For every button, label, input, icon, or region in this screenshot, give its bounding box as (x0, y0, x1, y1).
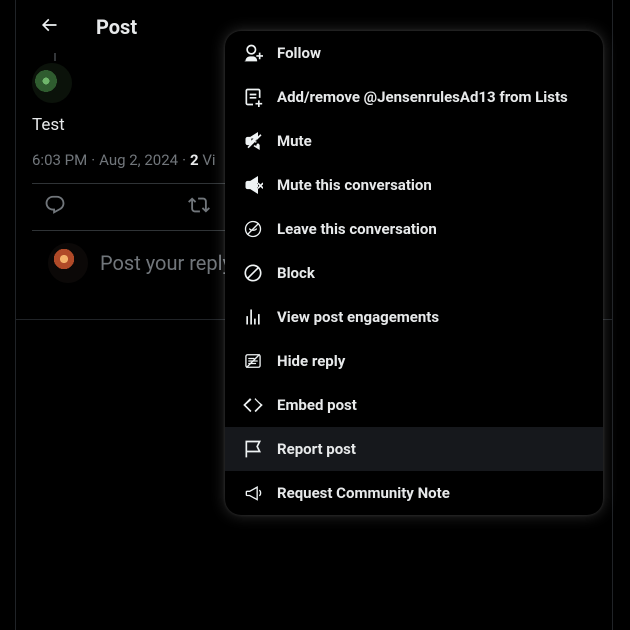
repost-icon (188, 194, 210, 220)
block-icon (243, 263, 263, 283)
post-date[interactable]: Aug 2, 2024 (99, 151, 178, 169)
menu-item-follow[interactable]: Follow (225, 31, 603, 75)
list-icon (243, 87, 263, 107)
my-avatar[interactable] (48, 243, 88, 283)
reply-placeholder: Post your reply (100, 251, 232, 275)
menu-item-hide-reply[interactable]: Hide reply (225, 339, 603, 383)
leave-conv-icon (243, 219, 263, 239)
menu-item-mute[interactable]: Mute (225, 119, 603, 163)
arrow-left-icon (39, 15, 59, 39)
menu-item-engagements[interactable]: View post engagements (225, 295, 603, 339)
hide-reply-icon (243, 351, 263, 371)
menu-item-label: Follow (277, 44, 321, 62)
post-time[interactable]: 6:03 PM (32, 151, 87, 169)
menu-item-label: Request Community Note (277, 484, 450, 502)
reply-icon (44, 194, 66, 220)
menu-item-label: Mute this conversation (277, 176, 432, 194)
menu-item-embed[interactable]: Embed post (225, 383, 603, 427)
views-count[interactable]: 2 (190, 151, 199, 169)
menu-item-label: Add/remove @JensenrulesAd13 from Lists (277, 88, 568, 106)
menu-item-label: Mute (277, 132, 312, 150)
analytics-icon (243, 307, 263, 327)
menu-item-mute-conversation[interactable]: Mute this conversation (225, 163, 603, 207)
thread-line (54, 53, 56, 61)
mute-icon (243, 131, 263, 151)
megaphone-icon (243, 483, 263, 503)
views-label: Vi (202, 151, 215, 169)
menu-item-community-note[interactable]: Request Community Note (225, 471, 603, 515)
menu-item-label: View post engagements (277, 308, 439, 326)
embed-icon (243, 395, 263, 415)
menu-item-report[interactable]: Report post (225, 427, 603, 471)
menu-item-lists[interactable]: Add/remove @JensenrulesAd13 from Lists (225, 75, 603, 119)
menu-item-label: Embed post (277, 396, 357, 414)
author-avatar[interactable] (32, 63, 72, 103)
menu-item-leave-conversation[interactable]: Leave this conversation (225, 207, 603, 251)
post-more-menu: Follow Add/remove @JensenrulesAd13 from … (225, 31, 603, 515)
menu-item-label: Block (277, 264, 315, 282)
reply-button[interactable] (38, 190, 72, 224)
follow-icon (243, 43, 263, 63)
flag-icon (243, 439, 263, 459)
menu-item-label: Report post (277, 440, 356, 458)
menu-item-label: Leave this conversation (277, 220, 437, 238)
page-title: Post (96, 15, 137, 39)
menu-item-block[interactable]: Block (225, 251, 603, 295)
back-button[interactable] (32, 10, 66, 44)
repost-button[interactable] (182, 190, 216, 224)
mute-conv-icon (243, 175, 263, 195)
menu-item-label: Hide reply (277, 352, 345, 370)
